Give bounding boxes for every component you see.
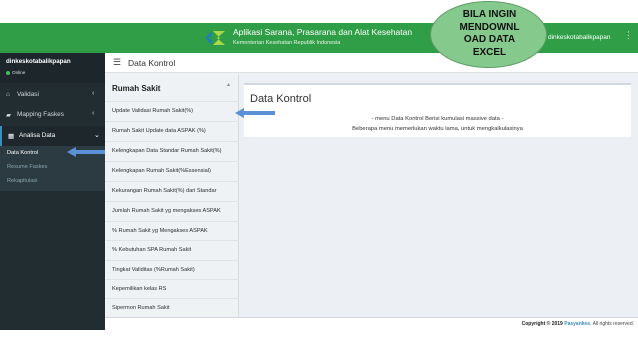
rs-menu-item[interactable]: Tingkat Validitas (%Rumah Sakit) (105, 260, 239, 280)
box-description-line-1: - menu Data Kontrol Berisi kumulasi mass… (371, 116, 504, 122)
box-description-line-2: Beberapa menu memerlukan waktu lama, unt… (352, 126, 523, 132)
page-title: Data Kontrol (128, 58, 176, 68)
rs-menu-item[interactable]: Kelengkapan Rumah Sakit(%Essensial) (105, 161, 239, 181)
rs-menu-item[interactable]: Rumah Sakit Update data ASPAK (%) (105, 121, 239, 141)
rs-menu-item-label: Kelengkapan Rumah Sakit(%Essensial) (112, 168, 211, 174)
rs-menu-item[interactable]: Kelengkapan Data Standar Rumah Sakit(%) (105, 141, 239, 161)
rs-menu-item-label: Tingkat Validitas (%Rumah Sakit) (112, 267, 195, 273)
rs-menu-item-label: Kepemilikan kelas RS (112, 286, 167, 292)
sidebar-user-name: dinkeskotabalikpapan (6, 58, 71, 65)
chevron-down-icon: ⌄ (94, 132, 100, 139)
header-left-area (0, 23, 105, 53)
sidebar-item-label: Analisa Data (19, 132, 56, 139)
rumah-sakit-title: Rumah Sakit (112, 84, 161, 93)
pointer-arrow-icon (67, 147, 105, 157)
hamburger-menu-icon[interactable]: ☰ (113, 58, 121, 67)
user-status-label: Online (12, 70, 26, 75)
sidebar-item-label: Validasi (17, 91, 39, 98)
box-title: Data Kontrol (250, 93, 312, 105)
rs-menu-item[interactable]: % Kebutuhan SPA Rumah Sakit (105, 240, 239, 260)
sidebar: dinkeskotabalikpapan Online ⌂ Validasi ‹… (0, 53, 105, 330)
rs-menu-item-label: Sipermon Rumah Sakit (112, 305, 170, 311)
submenu-item-resume-faskes[interactable]: Resume Faskes (7, 164, 47, 170)
footer: Copyright © 2019 Pasyankes. All rights r… (105, 317, 638, 330)
user-panel: dinkeskotabalikpapan Online (0, 53, 105, 83)
annotation-line: EXCEL (472, 46, 507, 58)
kemenkes-logo-icon (205, 31, 225, 45)
table-icon: ▦ (8, 133, 15, 140)
online-dot-icon (6, 70, 10, 75)
pointer-arrow-icon (235, 108, 275, 118)
rights-text: . All rights reserved. (590, 321, 634, 327)
chevron-left-icon: ‹ (92, 90, 95, 97)
user-status: Online (6, 70, 25, 75)
home-icon: ⌂ (6, 91, 10, 98)
copyright-text: Copyright © 2019 (521, 321, 563, 327)
sidebar-item-mapping-faskes[interactable]: ▰ Mapping Faskes ‹ (0, 105, 105, 125)
content-header: ☰ Data Kontrol (105, 53, 638, 73)
app-window: Aplikasi Sarana, Prasarana dan Alat Kese… (0, 0, 638, 359)
rs-menu-item-label: % Rumah Sakit yg Mengakses ASPAK (112, 228, 208, 234)
rs-menu-item[interactable]: Update Validasi Rumah Sakit(%) (105, 101, 239, 121)
annotation-line: BILA INGIN (462, 9, 517, 20)
submenu-item-data-kontrol[interactable]: Data Kontrol (7, 150, 38, 156)
app-title: Aplikasi Sarana, Prasarana dan Alat Kese… (233, 27, 413, 37)
rs-menu-item[interactable]: Kepemilikan kelas RS (105, 279, 239, 299)
header-username[interactable]: dinkeskotabalikpapan (548, 34, 611, 41)
sidebar-item-validasi[interactable]: ⌂ Validasi ‹ (0, 85, 105, 105)
footer-copyright: Copyright © 2019 Pasyankes. All rights r… (522, 321, 634, 327)
rs-menu-item[interactable]: Kekurangan Rumah Sakit(%) dari Standar (105, 181, 239, 201)
annotation-line: MENDOWNL (459, 21, 520, 33)
annotation-text: BILA INGIN MENDOWNL OAD DATA EXCEL (431, 9, 548, 59)
car-icon: ▰ (6, 112, 11, 119)
rs-menu-item-label: Jumlah Rumah Sakit yg mengakses ASPAK (112, 208, 221, 214)
sidebar-item-label: Mapping Faskes (17, 111, 64, 118)
rs-menu-item-label: Kekurangan Rumah Sakit(%) dari Standar (112, 188, 217, 194)
annotation-bubble: BILA INGIN MENDOWNL OAD DATA EXCEL (430, 1, 547, 68)
rs-menu-item-label: % Kebutuhan SPA Rumah Sakit (112, 247, 192, 253)
kebab-menu-icon[interactable]: ⋮ (624, 31, 633, 40)
caret-up-icon[interactable]: ▲ (226, 82, 231, 88)
data-kontrol-box: Data Kontrol - menu Data Kontrol Berisi … (244, 83, 631, 137)
submenu-item-rekapitulasi[interactable]: Rekapitulasi (7, 178, 37, 184)
chevron-left-icon: ‹ (92, 110, 95, 117)
rs-menu-item-label: Rumah Sakit Update data ASPAK (%) (112, 128, 206, 134)
app-subtitle: Kementerian Kesehatan Republik Indonesia (233, 40, 341, 46)
rs-menu-item[interactable]: % Rumah Sakit yg Mengakses ASPAK (105, 221, 239, 241)
rs-menu-item-label: Kelengkapan Data Standar Rumah Sakit(%) (112, 148, 222, 154)
footer-brand-link[interactable]: Pasyankes (564, 321, 590, 327)
sidebar-item-analisa-data[interactable]: ▦ Analisa Data ⌄ (0, 126, 105, 146)
rumah-sakit-menu-panel: Rumah Sakit ▲ Update Validasi Rumah Saki… (105, 74, 239, 319)
annotation-line: OAD DATA (463, 34, 516, 45)
rs-menu-item[interactable]: Jumlah Rumah Sakit yg mengakses ASPAK (105, 201, 239, 221)
rs-menu-item[interactable]: Sipermon Rumah Sakit (105, 298, 239, 318)
rs-menu-item-label: Update Validasi Rumah Sakit(%) (112, 108, 194, 114)
